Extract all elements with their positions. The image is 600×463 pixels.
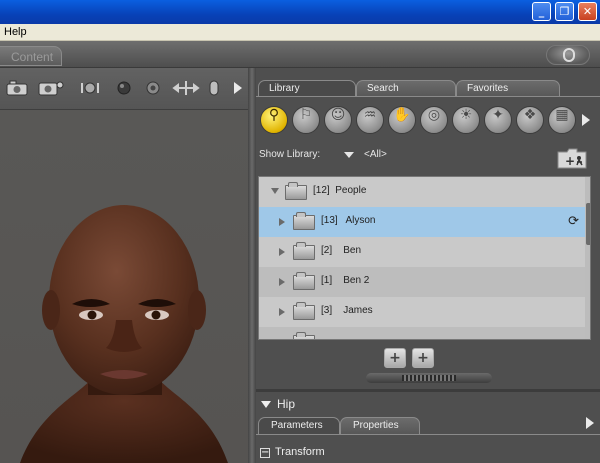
- panel-resize-grip[interactable]: [366, 373, 492, 383]
- tree-row[interactable]: [3] James: [259, 297, 585, 327]
- tree-row-label: [3] James: [321, 305, 373, 316]
- hands-icon[interactable]: ✋: [388, 106, 416, 134]
- room-tab-bar: Content: [0, 41, 600, 68]
- show-library-label: Show Library:: [259, 149, 321, 160]
- collapsed-arrow-icon[interactable]: [279, 278, 285, 286]
- hair-icon[interactable]: ♒: [356, 106, 384, 134]
- collapsed-arrow-icon[interactable]: [279, 308, 285, 316]
- folder-icon: [293, 212, 315, 230]
- folder-icon: [293, 302, 315, 320]
- scenes-icon[interactable]: ▦: [548, 106, 576, 134]
- category-glyph: ▦: [555, 107, 569, 123]
- actor-name: Hip: [277, 397, 296, 411]
- tree-row-label: [13] Alyson: [321, 215, 376, 226]
- category-glyph: ☀: [459, 107, 473, 123]
- library-panel: Library Search Favorites ⚲ ⚐ ☺ ♒ ✋ ◎ ☀ ✦ ❖ ▦ Show…: [256, 68, 600, 463]
- category-glyph: ◎: [427, 107, 441, 123]
- minimize-button[interactable]: _: [532, 2, 551, 21]
- show-library-value[interactable]: <All>: [364, 149, 387, 160]
- show-library-dropdown-icon[interactable]: [344, 152, 354, 158]
- collapsed-arrow-icon[interactable]: [279, 248, 285, 256]
- transform-label: Transform: [275, 446, 325, 458]
- category-glyph: ✦: [492, 107, 504, 123]
- move-icon[interactable]: [172, 80, 200, 96]
- tree-row[interactable]: [1] Ben 2: [259, 267, 585, 297]
- room-tab-label: Content: [11, 50, 54, 64]
- figures-icon[interactable]: ⚲: [260, 106, 288, 134]
- title-bar: _ ❐ ✕: [0, 0, 600, 24]
- menu-help[interactable]: Help: [4, 26, 27, 38]
- svg-text:+: +: [565, 154, 575, 168]
- refresh-icon[interactable]: ⟳: [568, 214, 579, 229]
- folder-icon: [285, 182, 307, 200]
- lights-icon[interactable]: ☀: [452, 106, 480, 134]
- tree-row-label: [12] People: [313, 185, 367, 196]
- tab-underline: [256, 434, 600, 435]
- transform-group[interactable]: − Transform: [260, 446, 600, 463]
- document-viewport[interactable]: [0, 110, 248, 463]
- collapse-toggle-icon[interactable]: −: [260, 448, 270, 458]
- poses-icon[interactable]: ⚐: [292, 106, 320, 134]
- camera-rotate-icon[interactable]: [38, 80, 64, 96]
- panel-separator: [256, 389, 600, 392]
- sphere-icon[interactable]: [116, 80, 132, 96]
- tab-favorites[interactable]: Favorites: [456, 80, 560, 97]
- folder-icon: [293, 272, 315, 290]
- categories-more-icon[interactable]: [582, 114, 590, 126]
- add-to-library-button[interactable]: +: [384, 348, 406, 368]
- restore-button[interactable]: ❐: [555, 2, 574, 21]
- materials-icon[interactable]: ❖: [516, 106, 544, 134]
- room-tab-content[interactable]: Content: [0, 46, 62, 66]
- tab-properties[interactable]: Properties: [340, 417, 420, 434]
- viewport-toolbar: [0, 68, 248, 110]
- parameters-more-icon[interactable]: [586, 417, 594, 429]
- library-category-bar: ⚲ ⚐ ☺ ♒ ✋ ◎ ☀ ✦ ❖ ▦: [256, 104, 600, 138]
- tree-row-label: [2] Ben: [321, 245, 362, 256]
- category-glyph: ♒: [363, 107, 377, 123]
- parameters-header[interactable]: Hip: [256, 394, 600, 416]
- cameras-icon[interactable]: ✦: [484, 106, 512, 134]
- category-glyph: ❖: [523, 107, 537, 123]
- tree-scrollbar-thumb[interactable]: [586, 203, 590, 245]
- tab-parameters[interactable]: Parameters: [258, 417, 340, 434]
- figure-icon[interactable]: [208, 80, 220, 96]
- library-tree: [3] James [1] Ben 2 [2] Ben [13] Alyson ⟳ [12…: [258, 176, 591, 340]
- menu-bar: Help: [0, 24, 600, 41]
- props-icon[interactable]: ◎: [420, 106, 448, 134]
- light-icon[interactable]: [80, 80, 100, 96]
- category-glyph: ☺: [330, 107, 346, 123]
- collapsed-arrow-icon[interactable]: [279, 218, 285, 226]
- gear-icon[interactable]: [144, 80, 162, 96]
- panel-splitter[interactable]: [248, 68, 256, 463]
- add-button[interactable]: +: [412, 348, 434, 368]
- tree-row[interactable]: [2] Ben: [259, 237, 585, 267]
- library-tabs: Library Search Favorites: [256, 80, 600, 97]
- figure-head-render: [20, 205, 228, 463]
- tree-row[interactable]: [12] People: [259, 177, 585, 207]
- tree-row[interactable]: [259, 327, 585, 339]
- tab-search[interactable]: Search: [356, 80, 456, 97]
- folder-icon: [293, 242, 315, 260]
- folder-icon: [293, 332, 315, 339]
- add-folder-icon[interactable]: +: [556, 146, 588, 170]
- camera-icon[interactable]: [6, 80, 28, 96]
- close-button[interactable]: ✕: [578, 2, 597, 21]
- tree-row-label: [1] Ben 2: [321, 275, 370, 286]
- expressions-icon[interactable]: ☺: [324, 106, 352, 134]
- poser-logo-icon[interactable]: [546, 45, 590, 65]
- category-glyph: ⚲: [268, 107, 280, 123]
- category-glyph: ✋: [393, 107, 411, 123]
- expanded-arrow-icon[interactable]: [271, 188, 279, 194]
- toolbar-more-icon[interactable]: [234, 82, 242, 94]
- category-glyph: ⚐: [299, 107, 313, 123]
- tab-underline: [256, 96, 600, 97]
- poser-window: _ ❐ ✕ Help Content Library Search Favori…: [0, 0, 600, 463]
- tree-scrollbar[interactable]: [585, 177, 590, 339]
- collapse-icon[interactable]: [261, 401, 271, 408]
- tree-row[interactable]: [13] Alyson ⟳: [259, 207, 585, 237]
- tab-library[interactable]: Library: [258, 80, 356, 97]
